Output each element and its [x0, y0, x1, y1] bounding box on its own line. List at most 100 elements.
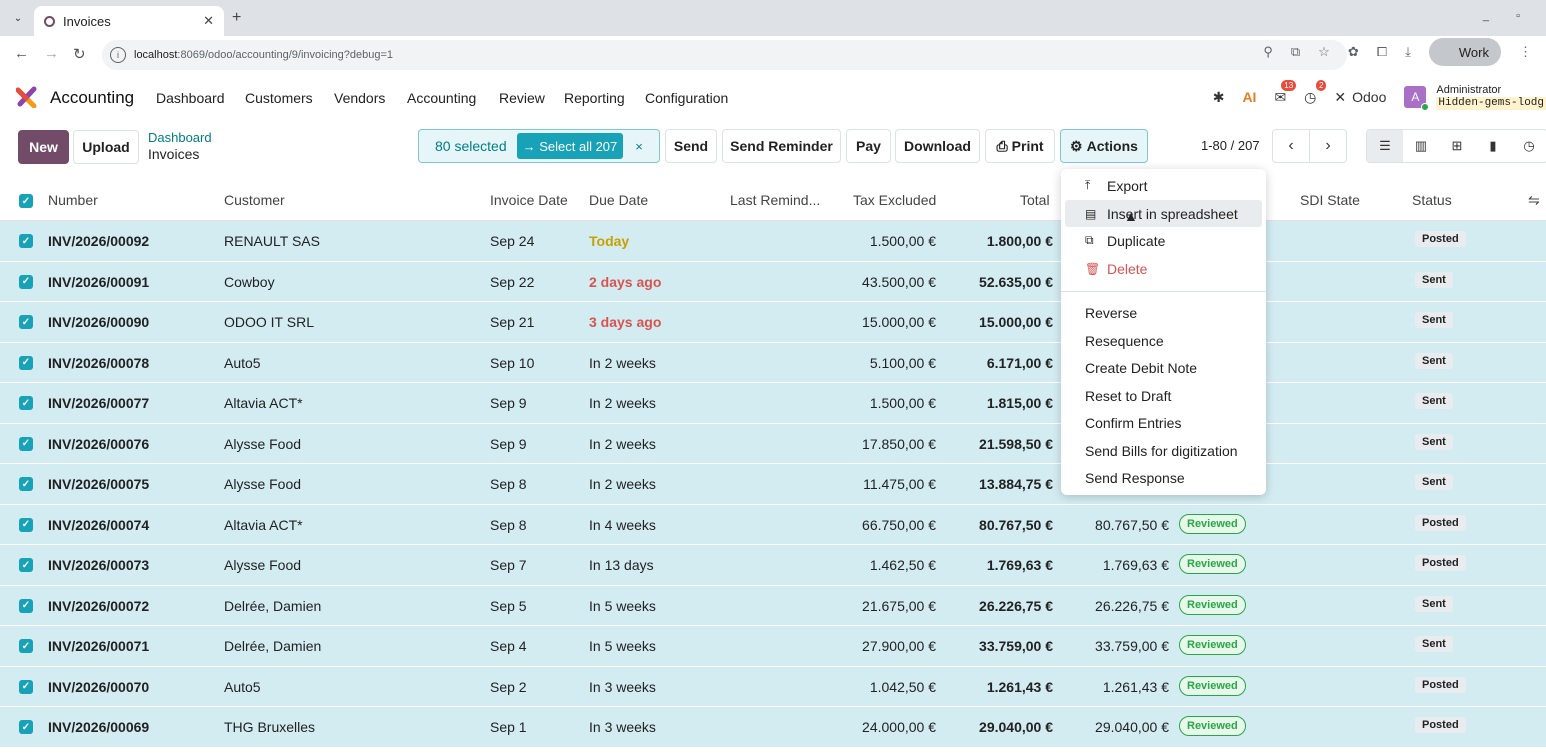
row-checkbox[interactable]: ✓	[19, 517, 33, 532]
company-switcher[interactable]: Odoo	[1352, 89, 1386, 105]
actions-button[interactable]: ⚙ Actions	[1060, 129, 1148, 163]
col-due-date[interactable]: Due Date	[589, 192, 648, 208]
row-checkbox[interactable]: ✓	[19, 477, 33, 491]
accounting-app-icon[interactable]	[16, 86, 38, 108]
pager-previous-icon[interactable]: ‹	[1272, 129, 1310, 163]
avatar[interactable]: A	[1404, 86, 1430, 111]
new-button[interactable]: New	[18, 130, 69, 164]
action-reverse[interactable]: Reverse	[1065, 299, 1262, 326]
select-all-checkbox[interactable]: ✓	[19, 194, 33, 208]
table-row[interactable]: ✓ INV/2026/00069 THG Bruxelles Sep 1 In 3 we…	[0, 707, 1546, 748]
col-invoice-date[interactable]: Invoice Date	[490, 192, 568, 208]
table-row[interactable]: ✓ INV/2026/00077 Altavia ACT* Sep 9 In 2 wee…	[0, 383, 1546, 424]
menu-accounting[interactable]: Accounting	[407, 90, 476, 106]
table-row[interactable]: ✓ INV/2026/00075 Alysse Food Sep 8 In 2 week…	[0, 464, 1546, 505]
cast-icon[interactable]: ⧉	[1291, 44, 1300, 60]
kanban-view-icon[interactable]: ▥	[1403, 130, 1439, 162]
action-insert-spreadsheet[interactable]: ▤ Insert in spreadsheet	[1065, 200, 1262, 227]
col-status[interactable]: Status	[1412, 192, 1452, 208]
messages-icon[interactable]: ✉ 13	[1274, 79, 1297, 106]
user-menu[interactable]: Administrator Hidden-gems-lodg	[1436, 84, 1546, 110]
send-button[interactable]: Send	[665, 129, 717, 163]
row-checkbox[interactable]: ✓	[19, 274, 33, 289]
select-all-button[interactable]: → Select all 207	[516, 133, 624, 159]
col-tax-excluded[interactable]: Tax Excluded	[853, 192, 936, 208]
table-row[interactable]: ✓ INV/2026/00076 Alysse Food Sep 9 In 2 week…	[0, 423, 1546, 464]
back-icon[interactable]: ←	[14, 45, 29, 62]
table-row[interactable]: ✓ INV/2026/00092 RENAULT SAS Sep 24 Today 1.5…	[0, 221, 1546, 262]
breadcrumb-dashboard[interactable]: Dashboard	[148, 130, 212, 145]
table-row[interactable]: ✓ INV/2026/00071 Delrée, Damien Sep 4 In 5 w…	[0, 626, 1546, 667]
table-row[interactable]: ✓ INV/2026/00074 Altavia ACT* Sep 8 In 4 wee…	[0, 504, 1546, 545]
menu-configuration[interactable]: Configuration	[645, 90, 728, 106]
window-controls[interactable]: _ ▫	[1483, 10, 1532, 22]
menu-reporting[interactable]: Reporting	[564, 90, 625, 106]
zoom-icon[interactable]: ⚲	[1263, 44, 1273, 60]
table-row[interactable]: ✓ INV/2026/00091 Cowboy Sep 22 2 days ago 43.…	[0, 261, 1546, 302]
action-send-bills[interactable]: Send Bills for digitization	[1065, 437, 1262, 464]
col-total[interactable]: Total	[1020, 192, 1050, 208]
browser-menu-icon[interactable]: ⋮	[1519, 44, 1532, 60]
clear-selection-icon[interactable]: ×	[635, 139, 643, 154]
extension-icon[interactable]: ✿	[1348, 44, 1359, 60]
pivot-view-icon[interactable]: ⊞	[1439, 130, 1475, 162]
bookmark-star-icon[interactable]: ☆	[1318, 44, 1330, 60]
action-reset-to-draft[interactable]: Reset to Draft	[1065, 382, 1262, 409]
col-sdi-state[interactable]: SDI State	[1300, 192, 1360, 208]
action-confirm-entries[interactable]: Confirm Entries	[1065, 409, 1262, 436]
menu-review[interactable]: Review	[499, 90, 545, 106]
print-button[interactable]: ⎙ Print	[985, 129, 1055, 163]
row-checkbox[interactable]: ✓	[19, 639, 33, 653]
row-checkbox[interactable]: ✓	[19, 558, 33, 572]
row-checkbox[interactable]: ✓	[19, 598, 33, 613]
tools-icon[interactable]: ✕	[1334, 89, 1346, 106]
upload-button[interactable]: Upload	[73, 130, 139, 164]
table-row[interactable]: ✓ INV/2026/00090 ODOO IT SRL Sep 21 3 days a…	[0, 302, 1546, 343]
table-row[interactable]: ✓ INV/2026/00070 Auto5 Sep 2 In 3 weeks 1.042…	[0, 666, 1546, 707]
close-tab-icon[interactable]: ✕	[203, 13, 214, 29]
optional-columns-icon[interactable]: ⇋	[1528, 192, 1540, 209]
browser-tab[interactable]: Invoices ✕	[34, 6, 224, 36]
menu-vendors[interactable]: Vendors	[334, 90, 385, 106]
action-send-response[interactable]: Send Response	[1065, 464, 1262, 491]
action-resequence[interactable]: Resequence	[1065, 327, 1262, 354]
graph-view-icon[interactable]: ▮	[1475, 130, 1511, 162]
row-checkbox[interactable]: ✓	[19, 396, 33, 410]
action-create-debit-note[interactable]: Create Debit Note	[1065, 354, 1262, 381]
menu-customers[interactable]: Customers	[245, 90, 313, 106]
address-bar[interactable]: i localhost:8069/odoo/accounting/9/invoi…	[102, 40, 1347, 70]
debug-bug-icon[interactable]: ✱	[1213, 89, 1225, 106]
col-last-reminder[interactable]: Last Remind...	[730, 192, 820, 208]
col-number[interactable]: Number	[48, 192, 98, 208]
action-duplicate[interactable]: ⧉ Duplicate	[1065, 227, 1262, 254]
action-export[interactable]: ⤒ Export	[1065, 172, 1262, 199]
tab-list-dropdown-icon[interactable]: ⌄	[8, 8, 28, 28]
col-customer[interactable]: Customer	[224, 192, 285, 208]
activities-clock-icon[interactable]: ◷ 2	[1304, 79, 1327, 106]
download-button[interactable]: Download	[895, 129, 980, 163]
download-icon[interactable]: ⤓	[1405, 44, 1411, 60]
row-checkbox[interactable]: ✓	[19, 315, 33, 329]
activity-view-icon[interactable]: ◷	[1511, 130, 1546, 162]
extensions-puzzle-icon[interactable]: ⧠	[1377, 44, 1387, 60]
menu-dashboard[interactable]: Dashboard	[156, 90, 225, 106]
row-checkbox[interactable]: ✓	[19, 720, 33, 734]
action-delete[interactable]: 🗑 Delete	[1065, 255, 1262, 282]
row-checkbox[interactable]: ✓	[19, 234, 33, 248]
table-row[interactable]: ✓ INV/2026/00078 Auto5 Sep 10 In 2 weeks 5.10…	[0, 342, 1546, 383]
new-tab-icon[interactable]: +	[232, 9, 241, 27]
row-checkbox[interactable]: ✓	[19, 679, 33, 694]
pager-next-icon[interactable]: ›	[1309, 129, 1347, 163]
reload-icon[interactable]: ↻	[73, 45, 86, 63]
forward-icon[interactable]: →	[44, 45, 59, 62]
row-checkbox[interactable]: ✓	[19, 355, 33, 370]
pager-value[interactable]: 1-80 / 207	[1201, 138, 1260, 153]
profile-button[interactable]: Work	[1428, 38, 1501, 66]
site-info-icon[interactable]: i	[110, 47, 126, 63]
send-reminder-button[interactable]: Send Reminder	[722, 129, 841, 163]
table-row[interactable]: ✓ INV/2026/00072 Delrée, Damien Sep 5 In 5 w…	[0, 585, 1546, 626]
row-checkbox[interactable]: ✓	[19, 436, 33, 451]
ai-icon[interactable]: AI	[1242, 89, 1256, 105]
pay-button[interactable]: Pay	[846, 129, 891, 163]
app-name[interactable]: Accounting	[50, 88, 134, 108]
